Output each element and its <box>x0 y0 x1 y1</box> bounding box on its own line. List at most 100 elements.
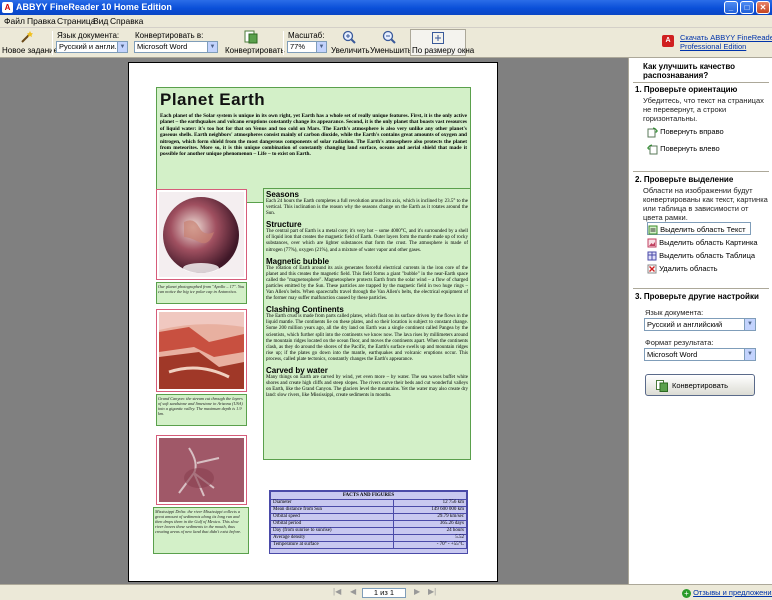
feedback-link[interactable]: + Отзывы и предложения <box>682 588 772 598</box>
fit-window-button[interactable]: По размеру окна <box>410 29 474 56</box>
title-bar: A ABBYY FineReader 10 Home Edition _ □ ✕ <box>0 0 772 15</box>
text-area-intro[interactable]: Planet Earth Each planet of the Solar sy… <box>156 87 471 203</box>
select-table-area-button[interactable]: Выделить область Таблица <box>647 249 755 262</box>
text-area-icon <box>648 225 658 235</box>
rotate-right-icon <box>647 127 658 138</box>
convert-icon <box>656 380 668 392</box>
chevron-down-icon: ▼ <box>316 42 326 52</box>
facts-table-title: FACTS AND FIGURES <box>270 491 467 500</box>
fit-window-icon <box>432 32 444 44</box>
earth-image[interactable] <box>156 189 247 280</box>
plus-icon: + <box>682 588 691 598</box>
delta-picture-icon <box>159 438 244 502</box>
abbyy-logo-icon: A <box>2 2 13 13</box>
first-page-button[interactable]: |◀ <box>333 587 341 596</box>
rotate-right-button[interactable]: Повернуть вправо <box>647 125 724 138</box>
rp-doc-language-label: Язык документа: <box>645 308 704 317</box>
window-title: ABBYY FineReader 10 Home Edition <box>16 2 172 12</box>
zoom-out-button[interactable]: Уменьшить <box>369 29 412 56</box>
rotate-left-button[interactable]: Повернуть влево <box>647 142 720 155</box>
chevron-down-icon: ▼ <box>207 42 217 52</box>
table-row: Day (from sunrise to sunrise) 24 hours <box>269 527 467 535</box>
rp-convert-button[interactable]: Конвертировать <box>645 374 755 396</box>
menu-file[interactable]: Файл <box>4 16 25 26</box>
chevron-down-icon: ▼ <box>744 319 755 330</box>
section-seasons: Seasons Each 24 hours the Earth complete… <box>266 190 468 217</box>
earth-globe-icon <box>159 192 244 277</box>
doc-language-select[interactable]: Русский и англи... ▼ <box>56 41 128 53</box>
text-area-main[interactable]: Seasons Each 24 hours the Earth complete… <box>263 188 471 460</box>
page-title: Planet Earth <box>160 90 266 109</box>
intro-text: Each planet of the Solar system is uniqu… <box>160 113 467 158</box>
menu-view[interactable]: Вид <box>93 16 108 26</box>
caption-delta[interactable]: Mississippi Delta: the river Mississippi… <box>153 507 249 554</box>
download-professional-link[interactable]: A Скачать ABBYY FineReader Professional … <box>662 32 772 54</box>
section-text: The Earth crust is made from parts calle… <box>266 314 468 362</box>
convert-to-label: Конвертировать в: <box>135 31 204 40</box>
section-heading: Magnetic bubble <box>266 256 330 266</box>
step1-text: Убедитесь, что текст на страницах не пер… <box>643 96 764 123</box>
zoom-label: Масштаб: <box>288 31 325 40</box>
facts-table: FACTS AND FIGURES Diameter 12 756 km Mean… <box>269 491 467 549</box>
rp-format-select[interactable]: Microsoft Word ▼ <box>644 348 756 361</box>
caption-earth[interactable]: Our planet photographed from "Apollo – 1… <box>156 282 247 304</box>
facts-table-area[interactable]: FACTS AND FIGURES Diameter 12 756 km Mean… <box>269 490 468 554</box>
section-carved-by-water: Carved by water Many things on Earth are… <box>266 366 468 399</box>
section-heading: Clashing Continents <box>266 305 344 315</box>
step2-title: 2. Проверьте выделение <box>635 175 734 184</box>
select-picture-area-button[interactable]: Выделить область Картинка <box>647 236 758 249</box>
section-heading: Carved by water <box>266 365 328 375</box>
section-text: The rotation of Earth around its axis ge… <box>266 265 468 302</box>
section-heading: Structure <box>266 220 302 230</box>
help-pane-title: Как улучшить качество распознавания? <box>643 62 736 80</box>
convert-label: Конвертировать <box>225 46 285 55</box>
delete-area-button[interactable]: Удалить область <box>647 262 718 275</box>
zoom-out-icon <box>382 30 396 44</box>
section-structure: Structure The central part of Earth is a… <box>266 220 468 253</box>
grand-canyon-image[interactable] <box>156 309 247 392</box>
previous-page-button[interactable]: ◀ <box>350 587 356 596</box>
convert-to-select[interactable]: Microsoft Word ▼ <box>134 41 218 53</box>
section-magnetic-bubble: Magnetic bubble The rotation of Earth ar… <box>266 257 468 303</box>
chevron-down-icon: ▼ <box>117 42 127 52</box>
table-row: Temperature at surface - 70° - +55°C <box>269 541 467 549</box>
caption-canyon[interactable]: Grand Canyon: the stream cut through the… <box>156 394 247 426</box>
table-row: Orbital period 365.26 days <box>269 520 467 528</box>
page-counter-input[interactable]: 1 из 1 <box>362 588 406 598</box>
toolbar: Новое задание Язык документа: Русский и … <box>0 28 772 58</box>
canyon-picture-icon <box>159 312 244 389</box>
rp-format-label: Формат результата: <box>645 338 714 347</box>
maximize-button[interactable]: □ <box>740 1 754 14</box>
zoom-out-label: Уменьшить <box>370 46 412 55</box>
table-row: Average density 5.52 <box>269 534 467 542</box>
zoom-in-icon <box>342 30 356 44</box>
delete-icon <box>647 264 657 274</box>
table-area-icon <box>647 251 657 261</box>
section-text: Each 24 hours the Earth completes a full… <box>266 199 468 217</box>
step3-title: 3. Проверьте другие настройки <box>635 292 759 301</box>
select-text-area-button[interactable]: Выделить область Текст <box>647 222 751 235</box>
convert-button[interactable]: Конвертировать <box>222 29 285 56</box>
menu-edit[interactable]: Правка <box>27 16 56 26</box>
mississippi-delta-image[interactable] <box>156 435 247 505</box>
zoom-select[interactable]: 77% ▼ <box>287 41 327 53</box>
minimize-button[interactable]: _ <box>724 1 738 14</box>
section-clashing-continents: Clashing Continents The Earth crust is m… <box>266 305 468 363</box>
menu-bar: Файл Правка Страница Вид Справка <box>0 15 772 28</box>
abbyy-logo-icon: A <box>662 35 674 47</box>
doc-language-label: Язык документа: <box>57 31 120 40</box>
step2-text: Области на изображении будут конвертиров… <box>643 186 768 222</box>
zoom-in-button[interactable]: Увеличить <box>330 29 370 56</box>
next-page-button[interactable]: ▶ <box>414 587 420 596</box>
new-task-label: Новое задание <box>2 46 59 55</box>
menu-help[interactable]: Справка <box>110 16 143 26</box>
new-task-button[interactable]: Новое задание <box>2 29 58 56</box>
section-text: Many things on Earth are carved by wind,… <box>266 374 468 399</box>
close-button[interactable]: ✕ <box>756 1 770 14</box>
table-row: Mean distance from Sun 149 600 000 km <box>269 506 467 514</box>
menu-page[interactable]: Страница <box>57 16 96 26</box>
section-text: The central part of Earth is a metal cor… <box>266 229 468 253</box>
rp-doc-language-select[interactable]: Русский и английский ▼ <box>644 318 756 331</box>
section-heading: Seasons <box>266 190 299 199</box>
last-page-button[interactable]: ▶| <box>428 587 436 596</box>
